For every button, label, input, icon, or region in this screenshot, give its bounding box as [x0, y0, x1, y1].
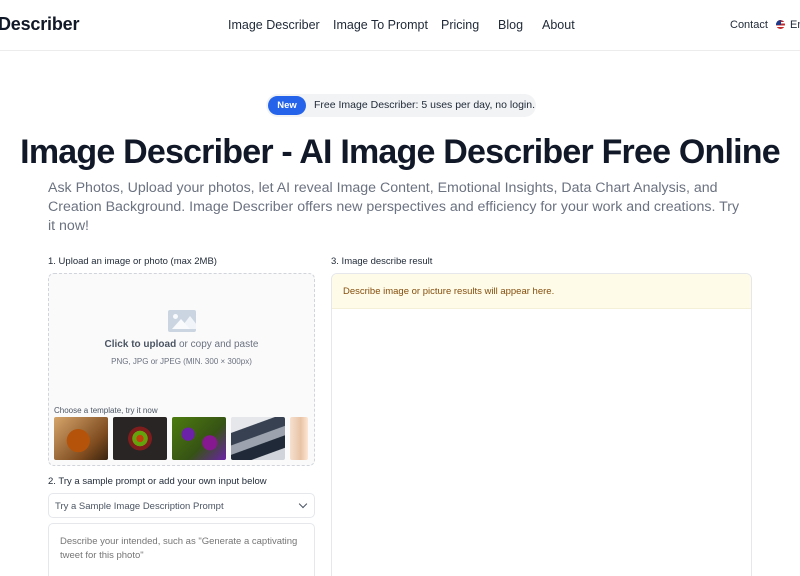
sample-prompt-select[interactable]: Try a Sample Image Description Prompt [48, 493, 315, 518]
site-logo[interactable]: Describer [0, 14, 79, 35]
template-thumbnail-5[interactable] [290, 417, 308, 460]
template-thumbnail-2[interactable] [113, 417, 167, 460]
copy-paste-text: or copy and paste [176, 339, 259, 350]
new-badge: New [268, 96, 306, 115]
sample-prompt-value: Try a Sample Image Description Prompt [55, 501, 224, 512]
language-label: En [790, 19, 800, 31]
template-thumbnail-1[interactable] [54, 417, 108, 460]
upload-instruction: Click to upload or copy and paste [49, 339, 314, 350]
announcement-text: Free Image Describer: 5 uses per day, no… [314, 99, 535, 111]
template-label: Choose a template, try it now [54, 406, 158, 415]
result-panel: Describe image or picture results will a… [331, 273, 752, 576]
nav-about[interactable]: About [542, 18, 575, 32]
result-placeholder-banner: Describe image or picture results will a… [332, 274, 751, 309]
nav-image-to-prompt[interactable]: Image To Prompt [333, 18, 428, 32]
page-subtitle: Ask Photos, Upload your photos, let AI r… [48, 180, 740, 234]
result-placeholder-text: Describe image or picture results will a… [343, 286, 555, 297]
upload-format-hint: PNG, JPG or JPEG (MIN. 300 × 300px) [111, 357, 252, 366]
us-flag-icon [776, 20, 785, 29]
chevron-down-icon [298, 499, 308, 509]
nav-contact[interactable]: Contact [730, 19, 768, 31]
template-thumbnail-4[interactable] [231, 417, 285, 460]
upload-section-label: 1. Upload an image or photo (max 2MB) [48, 256, 217, 267]
page-title: Image Describer - AI Image Describer Fre… [20, 133, 780, 171]
nav-blog[interactable]: Blog [498, 18, 523, 32]
result-section-label: 3. Image describe result [331, 256, 433, 267]
language-selector[interactable]: En [776, 19, 800, 31]
announcement-pill: New Free Image Describer: 5 uses per day… [266, 94, 536, 117]
nav-image-describer[interactable]: Image Describer [228, 18, 320, 32]
upload-dropzone[interactable]: Click to upload or copy and paste PNG, J… [48, 273, 315, 466]
nav-pricing[interactable]: Pricing [441, 18, 479, 32]
template-thumbnail-3[interactable] [172, 417, 226, 460]
site-header: Describer Image Describer Image To Promp… [0, 0, 800, 51]
image-placeholder-icon [168, 310, 196, 332]
prompt-input[interactable] [48, 523, 315, 576]
prompt-section-label: 2. Try a sample prompt or add your own i… [48, 476, 267, 487]
click-to-upload-link[interactable]: Click to upload [105, 339, 177, 350]
